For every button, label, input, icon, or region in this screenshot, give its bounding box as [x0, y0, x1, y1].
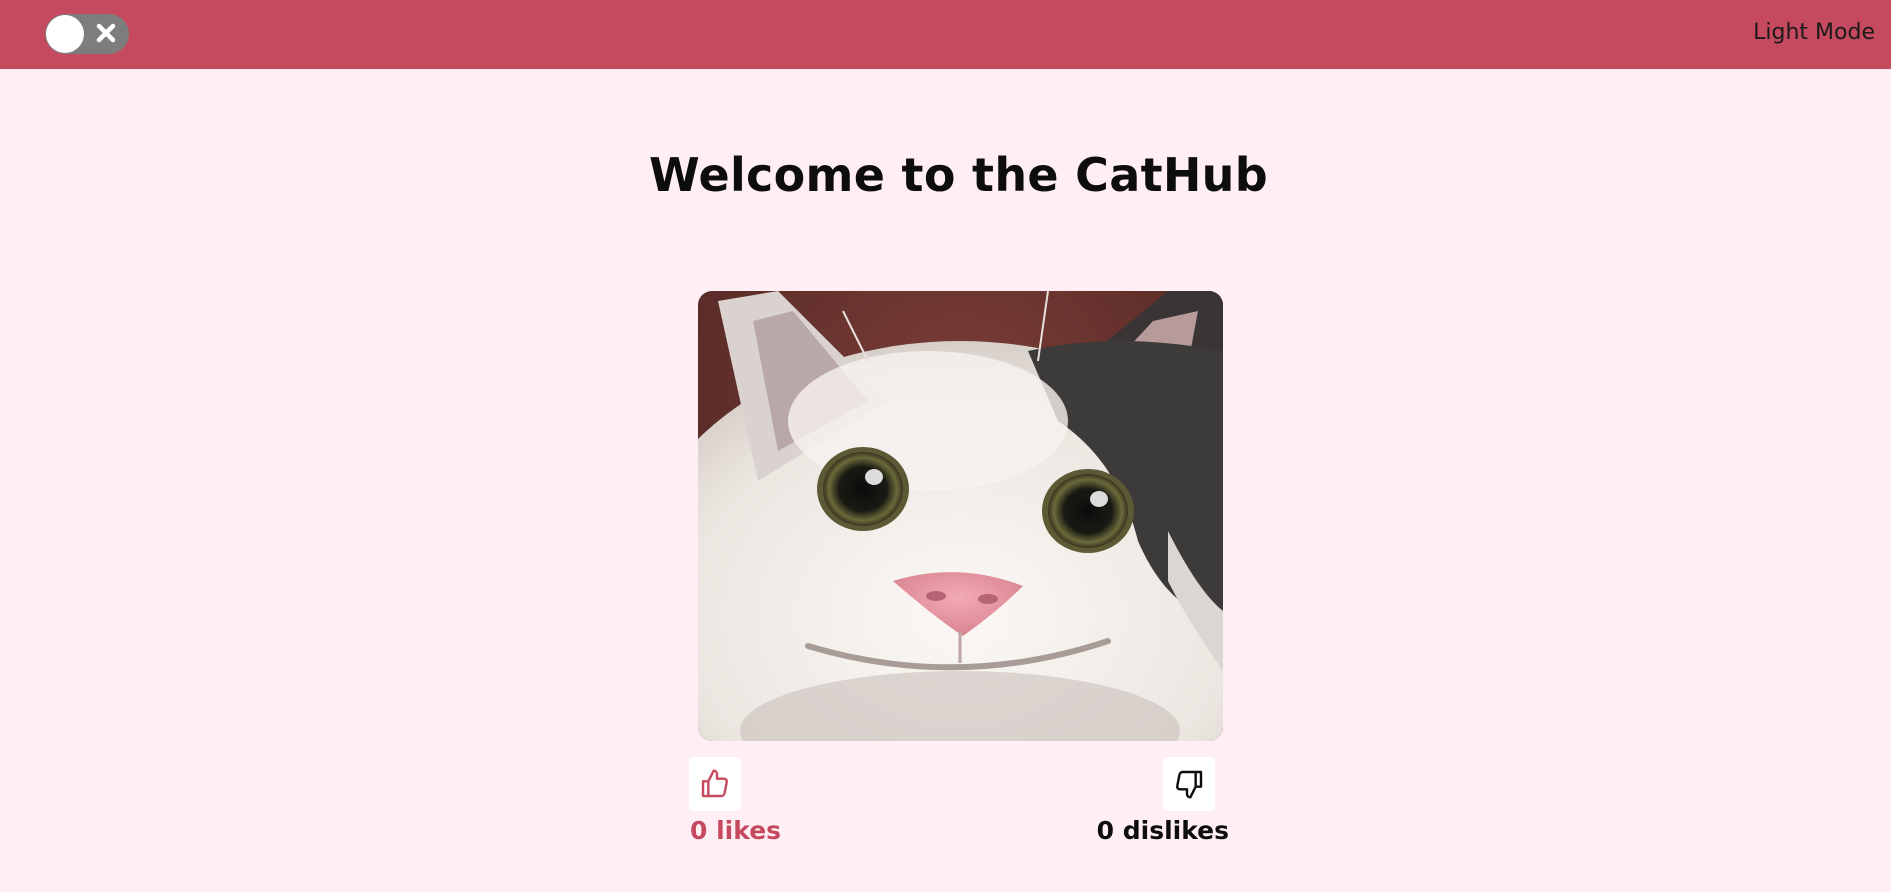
toggle-knob — [46, 15, 84, 53]
cat-photo — [698, 291, 1223, 741]
cat-illustration — [698, 291, 1223, 741]
likes-count: 0 likes — [690, 816, 782, 845]
page-title: Welcome to the CatHub — [649, 148, 1268, 202]
close-icon — [96, 23, 116, 43]
theme-toggle[interactable] — [45, 14, 129, 54]
thumbs-down-icon — [1176, 770, 1203, 799]
mode-label: Light Mode — [1753, 20, 1875, 45]
like-button[interactable] — [689, 757, 741, 811]
thumbs-up-icon — [701, 769, 728, 798]
dislike-button[interactable] — [1163, 757, 1215, 811]
top-bar: Light Mode — [0, 0, 1891, 69]
dislikes-count: 0 dislikes — [1096, 816, 1229, 845]
